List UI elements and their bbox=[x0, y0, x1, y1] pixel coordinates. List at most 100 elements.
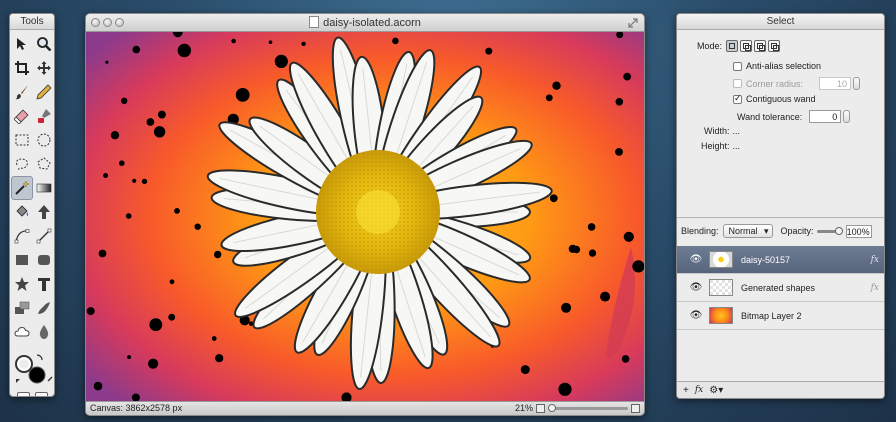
blur-drop-icon[interactable] bbox=[33, 320, 54, 344]
mode-new-selection-button[interactable] bbox=[726, 40, 739, 52]
document-title: daisy-isolated.acorn bbox=[323, 17, 421, 29]
opacity-field[interactable]: 100% bbox=[845, 224, 872, 238]
image-canvas[interactable] bbox=[86, 32, 644, 401]
visibility-eye-icon[interactable]: 👁 bbox=[689, 310, 703, 321]
minimize-window-button[interactable] bbox=[103, 18, 112, 27]
corner-radius-field[interactable]: 10 bbox=[819, 77, 852, 90]
swap-colors-icon bbox=[36, 354, 43, 361]
opacity-slider[interactable] bbox=[816, 226, 843, 235]
default-colors-icon bbox=[16, 379, 20, 383]
fullscreen-toggle-icon[interactable] bbox=[628, 18, 638, 28]
layer-fx-icon[interactable]: fx bbox=[871, 255, 879, 265]
anti-alias-checkbox[interactable] bbox=[733, 61, 742, 71]
line-tool-icon[interactable] bbox=[33, 224, 54, 248]
layer-row[interactable]: 👁 Generated shapes fx bbox=[677, 274, 884, 302]
mode-add-selection-button[interactable] bbox=[740, 40, 753, 52]
document-titlebar: daisy-isolated.acorn bbox=[86, 14, 644, 32]
move-tool-icon[interactable] bbox=[11, 32, 33, 56]
zoom-fit-button[interactable] bbox=[536, 404, 545, 413]
zoom-level: 21% bbox=[514, 403, 533, 413]
anti-alias-label: Anti-alias selection bbox=[746, 61, 822, 71]
star-shape-icon[interactable] bbox=[11, 272, 33, 296]
panel-divider bbox=[677, 217, 884, 218]
document-icon bbox=[309, 16, 320, 28]
layer-thumbnail bbox=[709, 279, 733, 296]
layer-fx-icon[interactable]: fx bbox=[871, 283, 879, 293]
zoom-window-button[interactable] bbox=[115, 18, 124, 27]
text-effects-icon[interactable] bbox=[11, 296, 33, 320]
wand-tolerance-stepper[interactable] bbox=[843, 110, 851, 123]
tools-footer bbox=[10, 390, 54, 396]
layer-name: Bitmap Layer 2 bbox=[741, 310, 802, 321]
zoom-controls: 21% bbox=[515, 402, 640, 415]
gradient-tool-icon[interactable] bbox=[33, 176, 54, 200]
zoom-tool-icon[interactable] bbox=[33, 32, 54, 56]
add-layer-button[interactable]: + bbox=[683, 385, 689, 396]
actual-size-button[interactable] bbox=[631, 404, 640, 413]
contiguous-wand-row[interactable]: Contiguous wand bbox=[733, 93, 816, 104]
rect-shape-icon[interactable] bbox=[11, 248, 33, 272]
zoom-slider[interactable] bbox=[548, 404, 628, 412]
width-row: Width: ... bbox=[704, 126, 740, 136]
anti-alias-row[interactable]: Anti-alias selection bbox=[733, 61, 821, 71]
fullscreen-icon[interactable] bbox=[34, 392, 48, 396]
layers-footer: + fx ⚙▾ bbox=[677, 381, 884, 398]
dodge-arrow-icon[interactable] bbox=[33, 200, 54, 224]
opacity-slider-thumb[interactable] bbox=[834, 226, 843, 235]
layer-thumbnail bbox=[709, 307, 733, 324]
rect-select-icon[interactable] bbox=[11, 128, 33, 152]
corner-radius-stepper[interactable] bbox=[853, 77, 861, 90]
pencil-tool-icon[interactable] bbox=[33, 80, 54, 104]
brush-tool-icon[interactable] bbox=[11, 80, 33, 104]
visibility-eye-icon[interactable]: 👁 bbox=[689, 282, 703, 293]
wand-tolerance-row: Wand tolerance: 0 bbox=[737, 110, 851, 123]
text-tool-icon[interactable] bbox=[33, 272, 54, 296]
mode-row: Mode: bbox=[697, 40, 782, 52]
lasso-select-icon[interactable] bbox=[11, 152, 33, 176]
layer-row[interactable]: 👁 Bitmap Layer 2 bbox=[677, 302, 884, 330]
visibility-eye-icon[interactable]: 👁 bbox=[689, 254, 703, 265]
width-value: ... bbox=[732, 126, 741, 136]
magic-wand-icon[interactable] bbox=[11, 176, 33, 200]
layer-fx-button[interactable]: fx bbox=[695, 385, 703, 395]
height-label: Height: bbox=[701, 141, 730, 151]
cloud-shape-icon[interactable] bbox=[11, 320, 33, 344]
tool-grid bbox=[10, 30, 54, 346]
layer-row[interactable]: 👁 daisy-50157 fx bbox=[677, 246, 884, 274]
wand-tolerance-field[interactable]: 0 bbox=[809, 110, 842, 123]
blending-row: Blending: Normal Opacity: 100% bbox=[681, 224, 872, 238]
zoom-slider-thumb[interactable] bbox=[548, 404, 556, 412]
mode-label: Mode: bbox=[697, 41, 723, 51]
smudge-tool-icon[interactable] bbox=[33, 296, 54, 320]
tools-panel-title: Tools bbox=[10, 14, 54, 30]
pan-tool-icon[interactable] bbox=[33, 56, 54, 80]
mode-subtract-selection-button[interactable] bbox=[754, 40, 767, 52]
quickmask-icon[interactable] bbox=[16, 392, 30, 396]
blending-label: Blending: bbox=[681, 226, 719, 236]
select-panel-title: Select bbox=[677, 14, 884, 30]
layer-actions-gear-icon[interactable]: ⚙▾ bbox=[709, 385, 723, 396]
fill-color-well[interactable] bbox=[28, 366, 46, 384]
canvas-artwork bbox=[86, 32, 644, 401]
clone-tool-icon[interactable] bbox=[33, 104, 54, 128]
height-value: ... bbox=[732, 141, 741, 151]
height-row: Height: ... bbox=[701, 141, 740, 151]
corner-radius-label: Corner radius: bbox=[746, 78, 804, 89]
mode-intersect-selection-button[interactable] bbox=[768, 40, 781, 52]
eraser-tool-icon[interactable] bbox=[11, 104, 33, 128]
contiguous-wand-checkbox[interactable] bbox=[733, 93, 742, 104]
polygon-lasso-icon[interactable] bbox=[33, 152, 54, 176]
ellipse-select-icon[interactable] bbox=[33, 128, 54, 152]
crop-tool-icon[interactable] bbox=[11, 56, 33, 80]
eyedropper-icon bbox=[47, 376, 53, 382]
paint-bucket-icon[interactable] bbox=[11, 200, 33, 224]
close-window-button[interactable] bbox=[91, 18, 100, 27]
color-wells bbox=[10, 350, 54, 390]
corner-radius-checkbox[interactable] bbox=[733, 79, 742, 88]
wand-tolerance-label: Wand tolerance: bbox=[737, 111, 803, 122]
bezier-tool-icon[interactable] bbox=[11, 224, 33, 248]
canvas-size-label: Canvas: 3862x2578 px bbox=[90, 403, 183, 413]
corner-radius-row: Corner radius: 10 bbox=[733, 77, 861, 90]
rounded-rect-icon[interactable] bbox=[33, 248, 54, 272]
blending-dropdown[interactable]: Normal bbox=[722, 224, 773, 238]
